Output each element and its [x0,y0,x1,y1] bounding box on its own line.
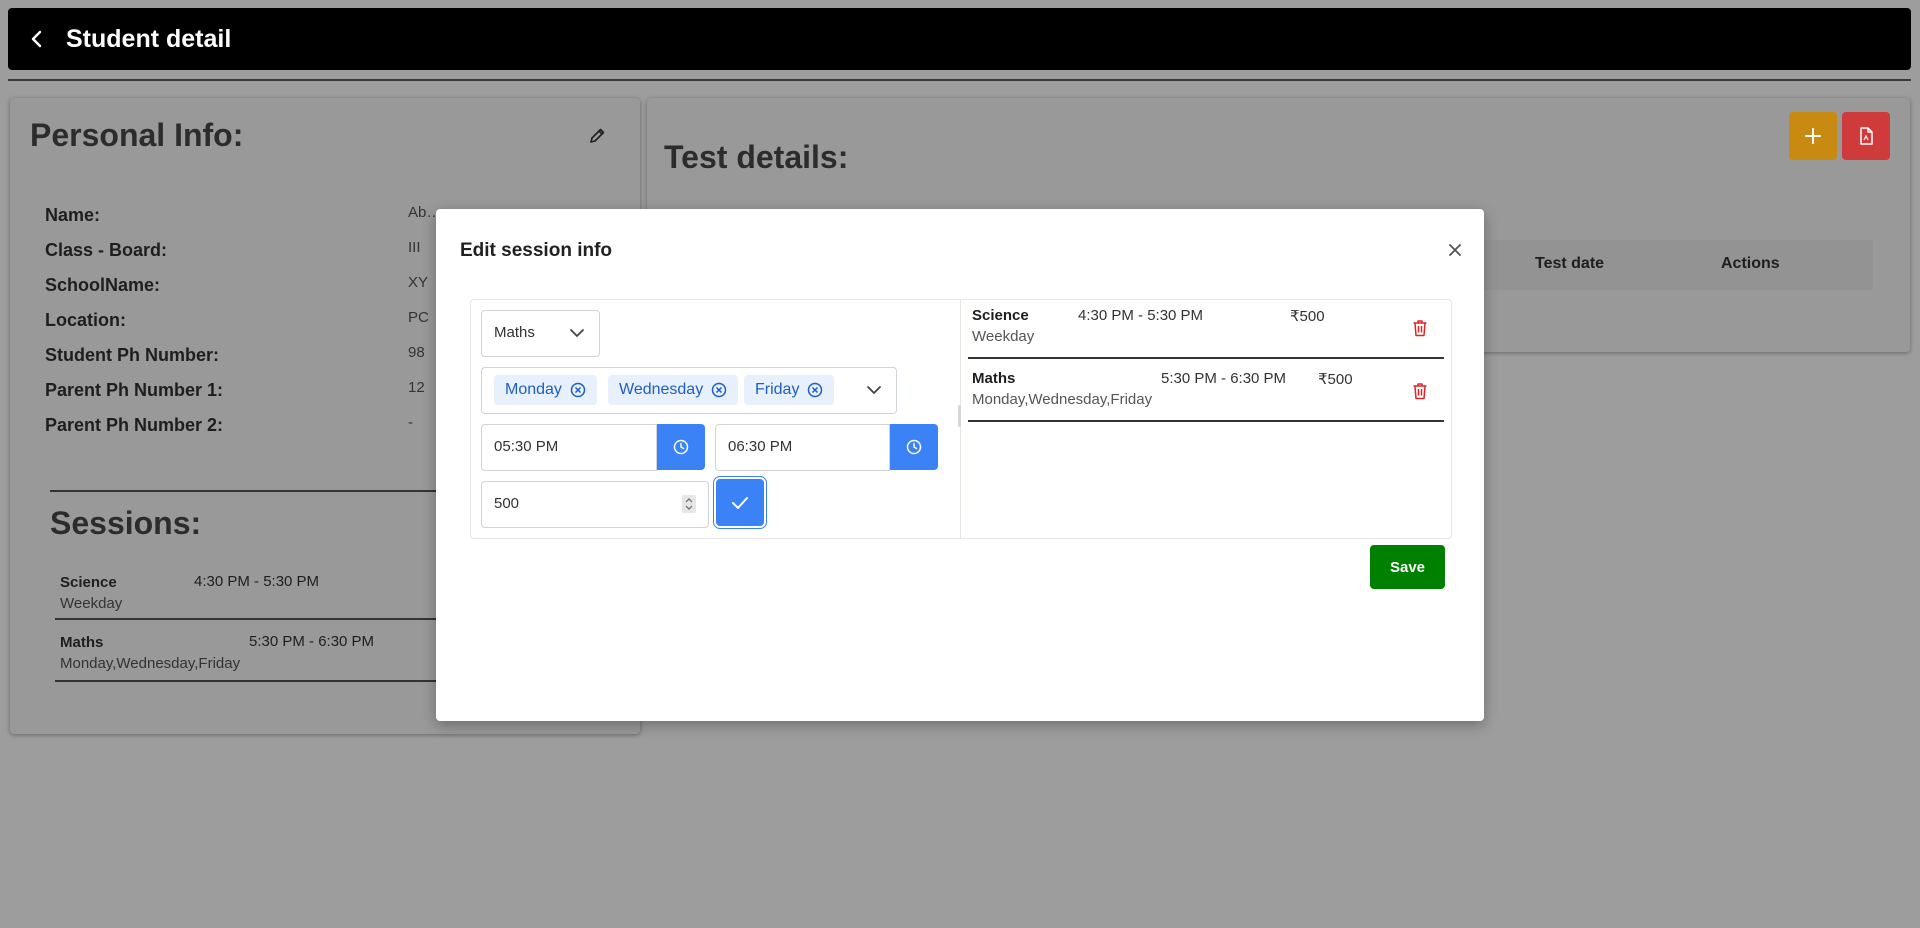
subject-select[interactable]: Maths [481,310,600,357]
day-chip-label: Monday [505,381,562,398]
export-pdf-button[interactable] [1842,112,1890,160]
sessions-heading: Sessions: [50,505,202,541]
session-time: 4:30 PM - 5:30 PM [1078,307,1204,324]
remove-chip-icon[interactable] [711,382,727,398]
chevron-down-icon [570,329,584,337]
column-actions: Actions [1721,255,1780,272]
add-test-button[interactable] [1789,112,1837,160]
remove-chip-icon[interactable] [807,382,823,398]
page-title: Student detail [66,24,232,53]
class-board-value: III [408,239,421,256]
fee-input[interactable]: 500 [481,481,709,528]
day-chip-label: Friday [755,381,800,398]
location-label: Location: [45,310,126,330]
pencil-icon [590,128,605,143]
session-divider [968,357,1444,359]
clock-icon [673,439,689,455]
session-days: Weekday [972,328,1035,345]
test-details-heading: Test details: [664,139,849,175]
start-time-value: 05:30 PM [494,438,559,455]
school-name-label: SchoolName: [45,275,161,295]
app-header: Student detail [8,8,1911,70]
student-phone-label: Student Ph Number: [45,345,219,365]
delete-session-button[interactable] [1409,317,1431,339]
plus-icon [1805,128,1821,144]
day-chip-label: Wednesday [619,381,704,398]
personal-info-heading: Personal Info: [30,117,244,153]
session-days: Weekday [60,595,123,612]
chevron-left-icon [31,30,42,48]
end-time-picker-button[interactable] [890,424,938,470]
save-button[interactable]: Save [1370,545,1445,589]
header-divider [8,79,1911,81]
trash-icon [1413,383,1427,400]
close-dialog-button[interactable] [1440,235,1470,265]
file-pdf-icon [1860,127,1873,145]
parent-phone-1-label: Parent Ph Number 1: [45,380,224,400]
session-time: 5:30 PM - 6:30 PM [249,633,375,650]
parent-phone-2-value: - [408,414,413,431]
delete-session-button[interactable] [1409,380,1431,402]
session-subject: Science [972,307,1029,324]
day-chip: Friday [744,375,835,405]
session-time: 5:30 PM - 6:30 PM [1161,370,1287,387]
remove-chip-icon[interactable] [570,382,586,398]
dialog-title: Edit session info [460,240,613,261]
session-price: ₹500 [1318,371,1353,388]
start-time-picker-button[interactable] [657,424,705,470]
edit-session-dialog: Edit session info Maths Monday Wednesday… [436,209,1484,721]
days-multiselect[interactable]: Monday Wednesday Friday [481,367,897,414]
parent-phone-1-value: 12 [408,379,425,396]
session-days: Monday,Wednesday,Friday [60,655,241,672]
session-divider [55,618,445,620]
back-button[interactable] [8,8,66,70]
end-time-input[interactable]: 06:30 PM [715,424,890,471]
session-subject: Maths [60,634,104,651]
chevron-down-icon [867,386,881,394]
day-chip: Wednesday [608,375,739,405]
scrollbar[interactable] [958,405,961,427]
session-divider [55,680,445,682]
confirm-session-button[interactable] [716,479,764,526]
parent-phone-2-label: Parent Ph Number 2: [45,415,224,435]
session-divider [968,420,1444,422]
session-price: ₹500 [1290,308,1325,325]
location-value: PC [408,309,429,326]
session-subject: Maths [972,370,1016,387]
name-label: Name: [45,205,101,225]
class-board-label: Class - Board: [45,240,168,260]
session-time: 4:30 PM - 5:30 PM [194,573,320,590]
fee-value: 500 [494,495,520,512]
subject-select-value: Maths [494,324,535,341]
session-subject: Science [60,574,117,591]
close-icon [1449,244,1461,256]
column-test-date: Test date [1535,255,1605,272]
end-time-value: 06:30 PM [728,438,793,455]
clock-icon [906,439,922,455]
session-days: Monday,Wednesday,Friday [972,391,1153,408]
start-time-input[interactable]: 05:30 PM [481,424,657,471]
number-spinner-icon[interactable] [682,495,696,513]
trash-icon [1413,320,1427,337]
student-phone-value: 98 [408,344,425,361]
sessions-divider [50,490,440,492]
day-chip: Monday [494,375,597,405]
check-icon [732,496,748,509]
edit-personal-info-button[interactable] [585,124,609,148]
school-name-value: XY [408,274,429,291]
